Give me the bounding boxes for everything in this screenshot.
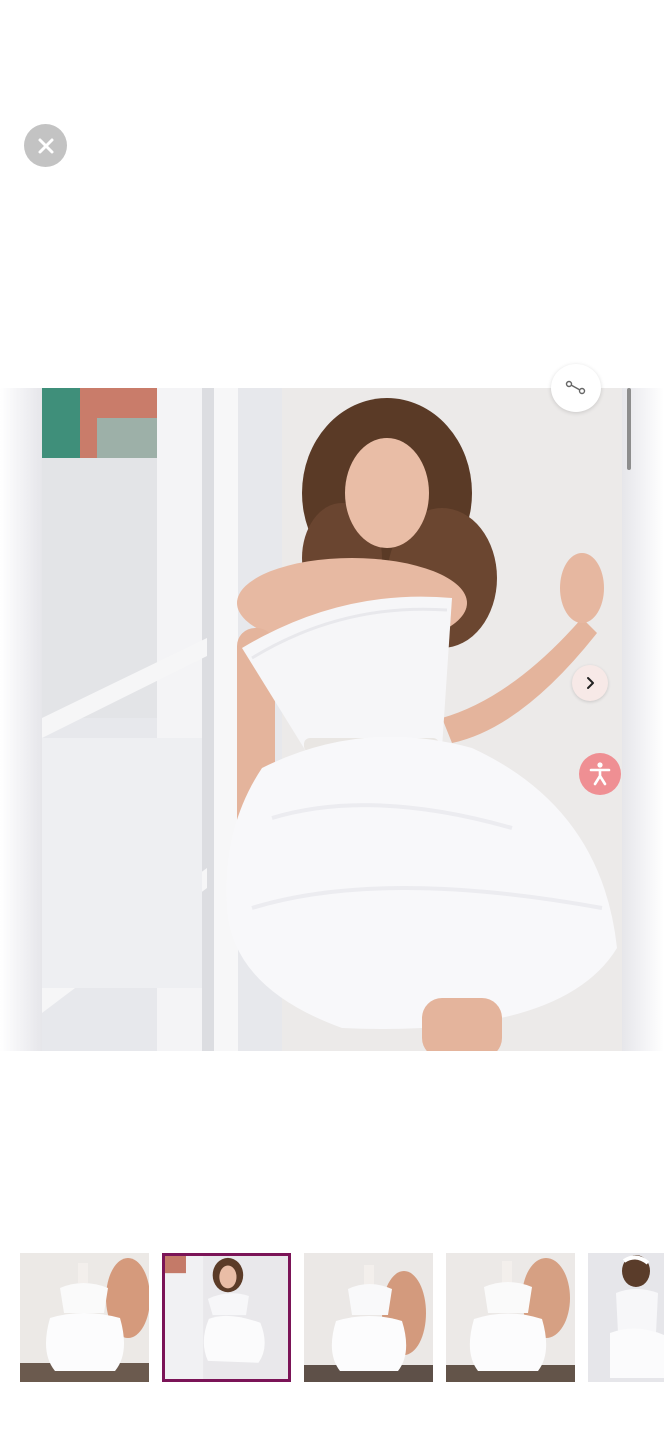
vertical-scrollbar[interactable] xyxy=(627,388,631,470)
thumbnail-3[interactable] xyxy=(304,1253,433,1382)
main-image-area xyxy=(0,388,664,1051)
product-photo[interactable] xyxy=(42,388,622,1051)
thumbnail-4[interactable] xyxy=(446,1253,575,1382)
close-button[interactable] xyxy=(24,124,67,167)
accessibility-button[interactable] xyxy=(579,753,621,795)
thumbnail-2-selected[interactable] xyxy=(162,1253,291,1382)
share-icon xyxy=(565,380,586,395)
previous-image-peek xyxy=(0,388,42,1051)
share-button[interactable] xyxy=(551,364,601,412)
close-icon xyxy=(38,138,53,153)
thumbnail-1[interactable] xyxy=(20,1253,149,1382)
next-image-peek xyxy=(622,388,664,1051)
thumbnail-5[interactable] xyxy=(588,1253,664,1382)
accessibility-icon xyxy=(589,762,611,786)
thumbnail-strip xyxy=(0,1253,664,1383)
next-image-button[interactable] xyxy=(572,665,608,701)
chevron-right-icon xyxy=(587,677,594,689)
